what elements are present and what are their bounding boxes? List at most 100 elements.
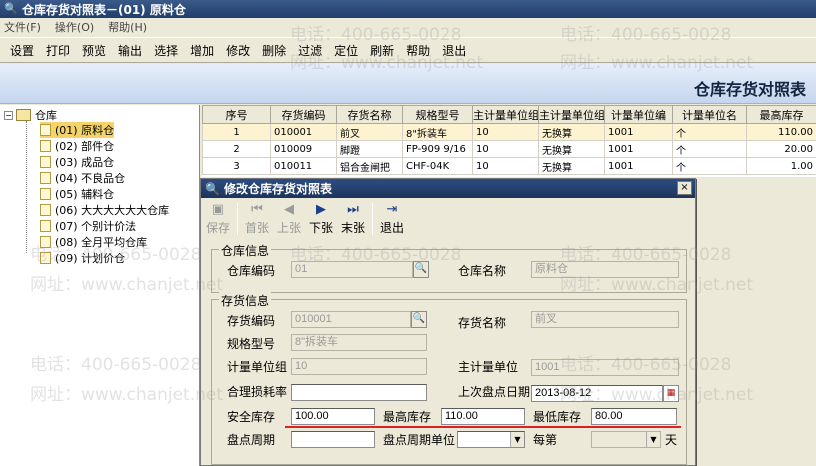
warehouse-name-field: 原料仓 — [531, 261, 679, 278]
exit-button[interactable]: 退出 — [436, 42, 472, 59]
spec-label: 规格型号 — [227, 337, 276, 351]
folder-icon — [40, 124, 51, 136]
edit-button[interactable]: 修改 — [220, 42, 256, 59]
tree-item-09[interactable]: (09) 计划价仓 — [40, 250, 125, 266]
first-button[interactable]: ⏮ 首张 — [242, 201, 272, 237]
inv-code-field[interactable]: 010001 — [291, 311, 411, 328]
table-cell: 1001 — [604, 140, 673, 158]
folder-icon — [40, 252, 51, 264]
table-row[interactable]: 3 010011 铝合金闸把 CHF-04K 10 无换算 1001 个 1.0… — [202, 157, 816, 175]
check-cycle-field[interactable] — [291, 431, 375, 448]
chevron-down-icon[interactable]: ▼ — [510, 432, 524, 447]
tree-item-label: (03) 成品仓 — [55, 156, 115, 169]
column-header[interactable]: 最高库存 — [746, 105, 816, 124]
table-cell: 1001 — [604, 157, 673, 175]
collapse-icon[interactable]: − — [4, 110, 13, 120]
add-button[interactable]: 增加 — [184, 42, 220, 59]
cycle-unit-label: 盘点周期单位 — [383, 433, 456, 447]
close-icon[interactable]: × — [677, 181, 692, 195]
menu-help[interactable]: 帮助(H) — [108, 19, 147, 35]
tree-item-05[interactable]: (05) 辅料仓 — [40, 186, 114, 202]
folder-icon — [40, 188, 51, 200]
table-cell: 010001 — [270, 123, 337, 141]
preview-button[interactable]: 预览 — [76, 42, 112, 59]
column-header[interactable]: 计量单位名 — [672, 105, 747, 124]
delete-button[interactable]: 删除 — [256, 42, 292, 59]
locate-button[interactable]: 定位 — [328, 42, 364, 59]
filter-button[interactable]: 过滤 — [292, 42, 328, 59]
max-stock-field[interactable]: 110.00 — [441, 408, 525, 425]
prev-label: 上张 — [276, 221, 301, 235]
refresh-button[interactable]: 刷新 — [364, 42, 400, 59]
tree-item-02[interactable]: (02) 部件仓 — [40, 138, 114, 154]
search-icon[interactable]: 🔍 — [413, 261, 429, 278]
warehouse-code-field[interactable]: 01 — [291, 261, 413, 278]
menu-file[interactable]: 文件(F) — [4, 19, 41, 35]
table-row[interactable]: 2 010009 脚蹬 FP-909 9/16 10 无换算 1001 个 20… — [202, 140, 816, 158]
tree-item-08[interactable]: (08) 全月平均仓库 — [40, 234, 147, 250]
table-cell: 铝合金闸把 — [336, 157, 403, 175]
safety-stock-label: 安全库存 — [227, 410, 276, 424]
tree-item-label: (07) 个别计价法 — [55, 220, 137, 233]
dialog-title-bar: 🔍 修改仓库存货对照表 — [201, 179, 695, 198]
print-button[interactable]: 打印 — [40, 42, 76, 59]
last-button[interactable]: ⏭ 末张 — [338, 201, 368, 237]
table-cell: 个 — [672, 123, 747, 141]
menu-bar: 文件(F) 操作(O) 帮助(H) — [0, 18, 816, 36]
column-header[interactable]: 存货名称 — [336, 105, 403, 124]
table-cell: 110.00 — [746, 123, 816, 141]
tree-item-04[interactable]: (04) 不良品仓 — [40, 170, 125, 186]
chevron-down-icon[interactable]: ▼ — [646, 432, 660, 447]
settings-button[interactable]: 设置 — [4, 42, 40, 59]
column-header[interactable]: 主计量单位组编 — [472, 105, 539, 124]
folder-icon — [40, 172, 51, 184]
search-icon[interactable]: 🔍 — [411, 311, 427, 328]
table-cell: 3 — [202, 157, 271, 175]
save-icon: ▣ — [211, 202, 225, 217]
app-icon: 🔍 — [4, 2, 18, 15]
day-label: 天 — [665, 433, 678, 447]
tree-item-label: (01) 原料仓 — [55, 124, 115, 137]
safety-stock-field[interactable]: 100.00 — [291, 408, 375, 425]
column-header[interactable]: 规格型号 — [402, 105, 473, 124]
warehouse-name-label: 仓库名称 — [458, 264, 507, 278]
last-check-date-field[interactable]: 2013-08-12 — [531, 385, 663, 402]
column-header[interactable]: 主计量单位组名 — [538, 105, 605, 124]
tree-root[interactable]: − 仓库 — [4, 107, 57, 123]
select-button[interactable]: 选择 — [148, 42, 184, 59]
column-header[interactable]: 序号 — [202, 105, 271, 124]
table-cell: 1.00 — [746, 157, 816, 175]
tree-item-07[interactable]: (07) 个别计价法 — [40, 218, 136, 234]
tree-item-01[interactable]: (01) 原料仓 — [40, 122, 115, 138]
toolbar-separator — [237, 203, 238, 235]
max-stock-label: 最高库存 — [383, 410, 432, 424]
help-button[interactable]: 帮助 — [400, 42, 436, 59]
last-check-label: 上次盘点日期 — [458, 385, 531, 399]
tree-connector — [26, 121, 27, 253]
table-cell: 前叉 — [336, 123, 403, 141]
folder-icon — [40, 236, 51, 248]
column-header[interactable]: 计量单位编 — [604, 105, 673, 124]
export-button[interactable]: 输出 — [112, 42, 148, 59]
exit-dialog-button[interactable]: ⇥ 退出 — [377, 201, 407, 237]
inventory-grid: 序号 存货编码 存货名称 规格型号 主计量单位组编 主计量单位组名 计量单位编 … — [202, 105, 816, 177]
save-button[interactable]: ▣ 保存 — [203, 201, 233, 237]
dialog-title: 修改仓库存货对照表 — [223, 182, 332, 196]
min-stock-field[interactable]: 80.00 — [591, 408, 677, 425]
inv-code-label: 存货编码 — [227, 314, 276, 328]
table-cell: 脚蹬 — [336, 140, 403, 158]
prev-button[interactable]: ◀ 上张 — [274, 201, 304, 237]
report-title: 仓库存货对照表 — [693, 80, 806, 99]
calendar-icon[interactable]: ▦ — [663, 385, 679, 402]
tree-item-06[interactable]: (06) 大大大大大大仓库 — [40, 202, 169, 218]
table-cell: 无换算 — [538, 123, 605, 141]
column-header[interactable]: 存货编码 — [270, 105, 337, 124]
tree-item-03[interactable]: (03) 成品仓 — [40, 154, 114, 170]
edit-dialog: 🔍 修改仓库存货对照表 × ▣ 保存 ⏮ 首张 ◀ 上张 ▶ 下张 ⏭ 末张 ⇥… — [200, 178, 696, 466]
table-cell: 010009 — [270, 140, 337, 158]
check-cycle-label: 盘点周期 — [227, 433, 276, 447]
loss-rate-field[interactable] — [291, 384, 427, 401]
next-button[interactable]: ▶ 下张 — [306, 201, 336, 237]
menu-operate[interactable]: 操作(O) — [55, 19, 94, 35]
table-row[interactable]: 1 010001 前叉 8"拆装车 10 无换算 1001 个 110.00 — [202, 123, 816, 141]
